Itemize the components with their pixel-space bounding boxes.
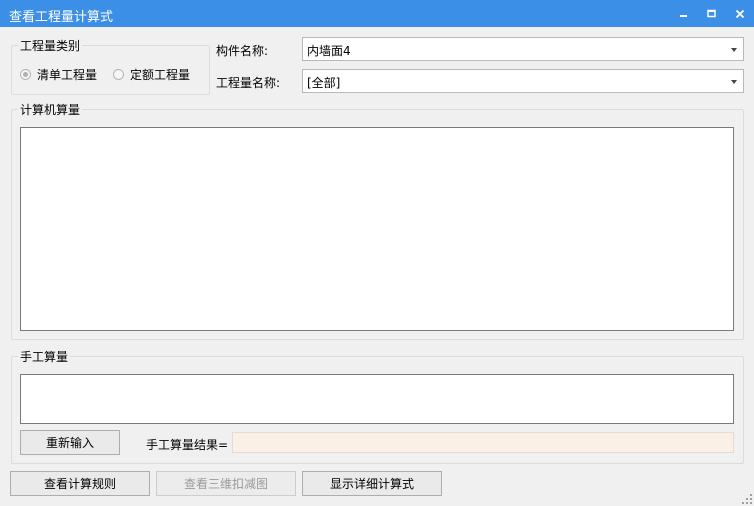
chevron-down-icon bbox=[731, 48, 737, 52]
view-3d-deduction-button[interactable]: 查看三维扣减图 bbox=[156, 471, 296, 496]
manual-result-label: 手工算量结果= bbox=[146, 438, 229, 452]
component-name-label: 构件名称: bbox=[216, 44, 269, 58]
minimize-button[interactable] bbox=[670, 0, 698, 27]
reinput-button[interactable]: 重新输入 bbox=[20, 430, 120, 455]
minimize-icon bbox=[680, 14, 687, 17]
manual-result-field[interactable] bbox=[232, 432, 734, 453]
radio-quota-quantity-indicator[interactable] bbox=[113, 69, 124, 80]
title-bar[interactable]: 查看工程量计算式 bbox=[0, 0, 754, 27]
radio-bill-quantity-indicator[interactable] bbox=[20, 69, 31, 80]
radio-quota-quantity[interactable]: 定额工程量 bbox=[113, 66, 190, 83]
component-name-select[interactable]: 内墙面4 bbox=[302, 37, 744, 61]
computer-calc-textarea[interactable] bbox=[20, 127, 734, 331]
window-title: 查看工程量计算式 bbox=[9, 10, 114, 25]
radio-bill-quantity[interactable]: 清单工程量 bbox=[20, 66, 97, 83]
quantity-name-select[interactable]: [全部] bbox=[302, 69, 744, 93]
close-icon bbox=[735, 9, 745, 18]
show-detail-formula-button[interactable]: 显示详细计算式 bbox=[302, 471, 442, 496]
quantity-name-value: [全部] bbox=[307, 76, 341, 90]
maximize-icon bbox=[707, 9, 716, 17]
computer-calc-label: 计算机算量 bbox=[18, 101, 83, 118]
view-calc-rules-button[interactable]: 查看计算规则 bbox=[10, 471, 150, 496]
resize-grip-icon[interactable] bbox=[742, 494, 752, 504]
radio-bill-quantity-label: 清单工程量 bbox=[37, 68, 98, 82]
close-button[interactable] bbox=[726, 0, 754, 27]
radio-quota-quantity-label: 定额工程量 bbox=[130, 68, 191, 82]
manual-calc-textarea[interactable] bbox=[20, 374, 734, 424]
maximize-button[interactable] bbox=[698, 0, 726, 27]
chevron-down-icon bbox=[731, 80, 737, 84]
manual-calc-label: 手工算量 bbox=[18, 348, 71, 365]
quantity-name-label: 工程量名称: bbox=[216, 76, 281, 90]
quantity-type-label: 工程量类别 bbox=[18, 37, 83, 54]
component-name-value: 内墙面4 bbox=[307, 44, 351, 58]
